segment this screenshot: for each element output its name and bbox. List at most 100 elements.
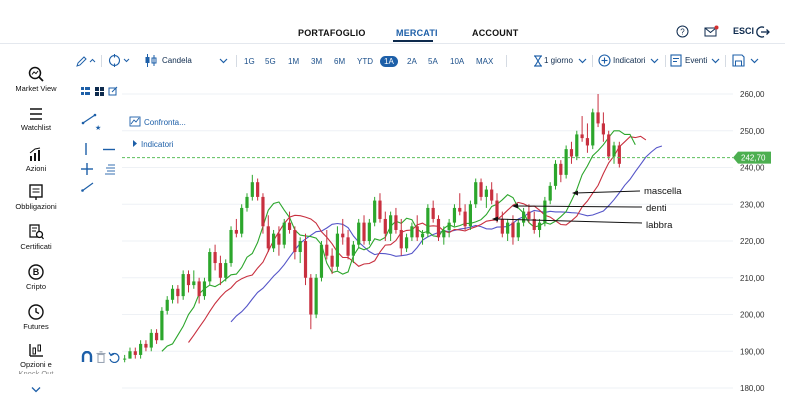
candle-body xyxy=(447,222,451,230)
candle-body xyxy=(154,332,159,341)
candle xyxy=(500,211,504,238)
annotation-labbra: labbra xyxy=(646,220,673,231)
candle xyxy=(218,255,222,286)
candle-body xyxy=(197,281,201,297)
candle-body xyxy=(192,281,196,286)
candle xyxy=(490,182,494,205)
candle xyxy=(415,215,419,241)
candle-body xyxy=(479,182,483,197)
candle-body xyxy=(314,277,318,315)
candle-body xyxy=(442,229,446,238)
candle-body xyxy=(516,222,520,238)
candle-body xyxy=(213,252,217,264)
candle-body xyxy=(511,222,515,238)
candle-body xyxy=(261,196,265,227)
candle-body xyxy=(452,207,457,223)
candle xyxy=(165,296,169,315)
candle xyxy=(186,270,191,293)
candle-body xyxy=(181,274,185,297)
candle xyxy=(160,307,164,341)
candle-body xyxy=(537,222,542,230)
candle-body xyxy=(559,163,563,175)
candle xyxy=(383,211,387,241)
candle-body xyxy=(293,229,297,253)
candle xyxy=(591,108,595,150)
candle-body xyxy=(404,237,409,249)
candle-body xyxy=(346,237,350,256)
y-tick-label: 180,00 xyxy=(740,384,765,393)
candle-body xyxy=(500,218,504,234)
candle xyxy=(303,233,308,286)
candle xyxy=(266,215,270,253)
candle-body xyxy=(415,226,419,238)
candle xyxy=(128,347,132,359)
candle xyxy=(612,141,616,164)
candle xyxy=(543,196,547,227)
candle-body xyxy=(527,211,531,219)
candle-body xyxy=(522,211,526,223)
candle-body xyxy=(335,233,340,267)
candle-body xyxy=(256,182,260,197)
candle-body xyxy=(617,145,621,164)
candle-body xyxy=(463,211,467,227)
candle-body xyxy=(341,233,345,238)
candle-body xyxy=(564,149,568,175)
y-tick-label: 210,00 xyxy=(740,274,765,283)
candle-body xyxy=(612,145,616,157)
candle xyxy=(404,233,409,253)
candle xyxy=(357,218,361,249)
candle xyxy=(362,215,366,245)
candle xyxy=(468,200,472,230)
candle xyxy=(325,229,329,260)
candle-body xyxy=(436,218,441,238)
candle-body xyxy=(123,358,127,360)
candle xyxy=(367,218,371,245)
price-chart[interactable]: 260,00 250,00 240,00 230,00 220,00 210,00 200,… xyxy=(0,0,785,416)
candle xyxy=(346,229,350,260)
candle-body xyxy=(596,112,600,124)
candle xyxy=(213,244,217,271)
candle xyxy=(133,347,137,359)
indicators-toggle[interactable]: Indicatori xyxy=(133,140,174,149)
indicators-toggle-label[interactable]: Indicatori xyxy=(141,140,174,149)
candle-body xyxy=(458,207,462,212)
annotation-arrowhead-mascella xyxy=(572,190,578,196)
candle-body xyxy=(383,218,387,234)
candle xyxy=(506,218,510,241)
candle xyxy=(123,354,127,363)
candle xyxy=(548,182,552,205)
candle xyxy=(601,112,605,142)
candle xyxy=(447,218,451,238)
candle xyxy=(309,274,313,330)
y-tick-label: 240,00 xyxy=(740,164,765,173)
candle xyxy=(399,218,403,256)
candle-body xyxy=(490,189,494,201)
candle xyxy=(564,145,568,179)
candle-body xyxy=(357,222,361,245)
candle xyxy=(176,285,180,304)
candle-body xyxy=(229,229,233,264)
candle xyxy=(240,204,244,238)
candle xyxy=(234,218,238,238)
candle xyxy=(479,178,483,201)
candle xyxy=(522,207,526,227)
candle xyxy=(474,178,478,208)
candle-body xyxy=(139,343,143,355)
candle xyxy=(532,211,536,234)
candle xyxy=(149,329,153,352)
compare-label[interactable]: Confronta... xyxy=(144,118,186,127)
candle xyxy=(394,207,398,234)
compare-link[interactable]: Confronta... xyxy=(129,116,186,127)
candle xyxy=(181,270,185,300)
candle-body xyxy=(601,123,605,135)
candle-body xyxy=(532,218,536,230)
candle-body xyxy=(468,204,472,227)
candle-body xyxy=(378,200,382,219)
candle-body xyxy=(272,233,276,249)
candle xyxy=(154,329,159,344)
candle xyxy=(389,211,393,241)
candle xyxy=(314,274,318,319)
candle-body xyxy=(165,299,169,311)
candle-body xyxy=(431,207,435,219)
candle-body xyxy=(591,112,595,146)
